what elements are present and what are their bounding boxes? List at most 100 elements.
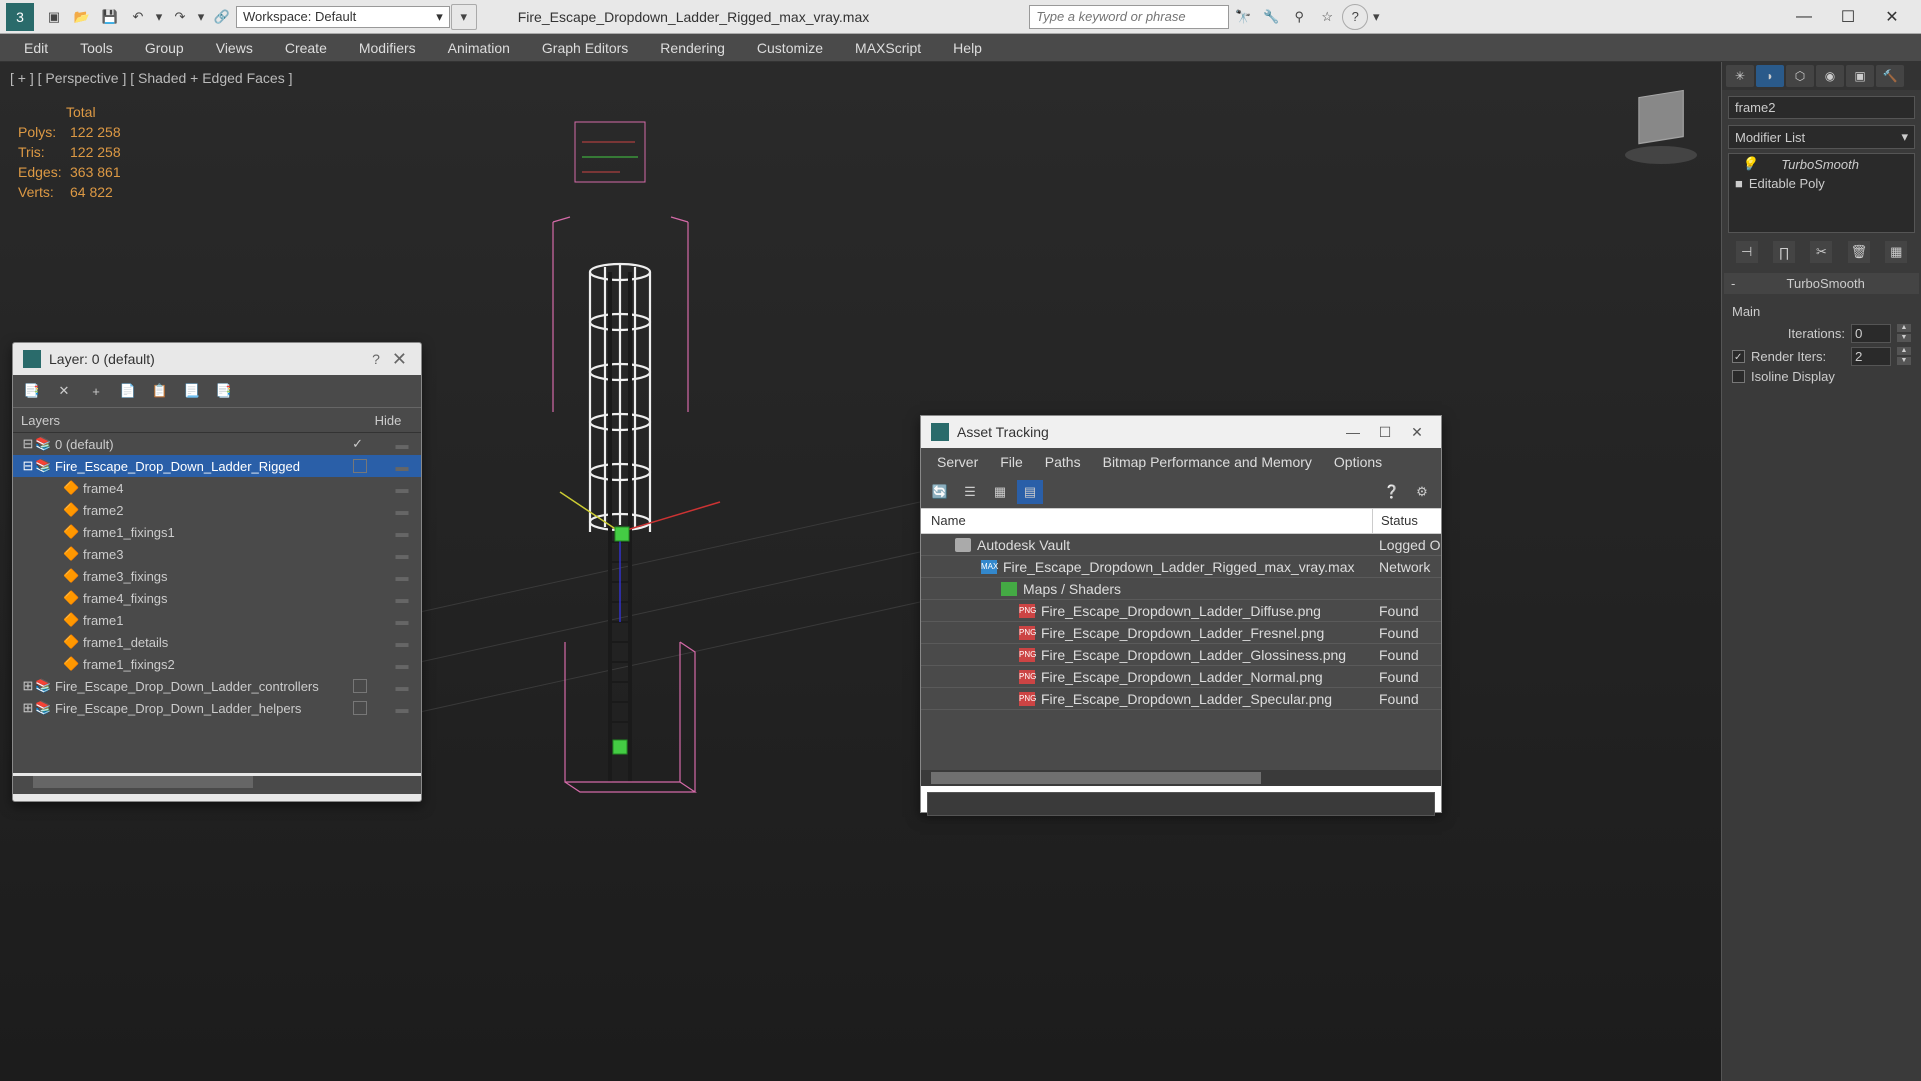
layer-highlight-button[interactable]: 📋 xyxy=(149,380,171,402)
asset-close-button[interactable]: ✕ xyxy=(1403,424,1431,441)
iterations-spin-buttons[interactable]: ▲▼ xyxy=(1897,323,1911,343)
render-iters-checkbox[interactable] xyxy=(1732,350,1745,363)
asset-row[interactable]: Maps / Shaders xyxy=(921,578,1441,600)
tab-hierarchy[interactable]: ⬡ xyxy=(1786,65,1814,87)
minimize-button[interactable]: — xyxy=(1789,4,1819,30)
new-button[interactable]: ▣ xyxy=(41,4,67,30)
asset-refresh-button[interactable]: 🔄 xyxy=(927,480,953,504)
stack-editable-poly[interactable]: ■Editable Poly xyxy=(1729,174,1914,193)
layer-row[interactable]: 🔶frame4_fixings▬ xyxy=(13,587,421,609)
open-button[interactable]: 📂 xyxy=(69,4,95,30)
iterations-spinner[interactable] xyxy=(1851,324,1891,343)
asset-row[interactable]: PNGFire_Escape_Dropdown_Ladder_Specular.… xyxy=(921,688,1441,710)
asset-list-button[interactable]: ☰ xyxy=(957,480,983,504)
save-button[interactable]: 💾 xyxy=(97,4,123,30)
asset-help-button[interactable]: ❔ xyxy=(1379,480,1405,504)
asset-table-button[interactable]: ▤ xyxy=(1017,480,1043,504)
layer-dialog-help-button[interactable]: ? xyxy=(364,351,388,367)
layer-row[interactable]: 🔶frame1_fixings1▬ xyxy=(13,521,421,543)
pin-stack-button[interactable]: ⊣ xyxy=(1736,241,1758,263)
layer-row[interactable]: ⊞📚Fire_Escape_Drop_Down_Ladder_controlle… xyxy=(13,675,421,697)
close-button[interactable]: ✕ xyxy=(1877,4,1907,30)
layer-hide-button[interactable]: 📃 xyxy=(181,380,203,402)
layer-row[interactable]: 🔶frame4▬ xyxy=(13,477,421,499)
undo-dropdown[interactable]: ▾ xyxy=(153,4,165,30)
layer-add-button[interactable]: + xyxy=(85,380,107,402)
viewport-label[interactable]: [ + ] [ Perspective ] [ Shaded + Edged F… xyxy=(10,70,293,86)
layer-row[interactable]: 🔶frame3_fixings▬ xyxy=(13,565,421,587)
layers-column-header[interactable]: Layers xyxy=(21,413,363,428)
view-cube[interactable] xyxy=(1621,82,1701,162)
menu-maxscript[interactable]: MAXScript xyxy=(841,36,935,60)
modifier-stack[interactable]: 💡TurboSmooth ■Editable Poly xyxy=(1728,153,1915,233)
layer-tree[interactable]: ⊟📚0 (default)✓▬⊟📚Fire_Escape_Drop_Down_L… xyxy=(13,433,421,773)
make-unique-button[interactable]: ✂ xyxy=(1810,241,1832,263)
menu-graph-editors[interactable]: Graph Editors xyxy=(528,36,642,60)
layer-select-button[interactable]: 📄 xyxy=(117,380,139,402)
workspace-opts[interactable]: ▾ xyxy=(451,4,477,30)
layer-dialog-close-button[interactable]: ✕ xyxy=(388,349,411,370)
link-button[interactable]: 🔗 xyxy=(209,4,235,30)
layer-row[interactable]: 🔶frame1▬ xyxy=(13,609,421,631)
tab-motion[interactable]: ◉ xyxy=(1816,65,1844,87)
star-icon[interactable]: ☆ xyxy=(1314,4,1340,30)
stack-turbosmooth[interactable]: 💡TurboSmooth xyxy=(1729,154,1914,174)
asset-menu-paths[interactable]: Paths xyxy=(1035,451,1091,473)
layer-row[interactable]: ⊟📚0 (default)✓▬ xyxy=(13,433,421,455)
layer-scrollbar[interactable] xyxy=(13,776,421,794)
redo-dropdown[interactable]: ▾ xyxy=(195,4,207,30)
menu-help[interactable]: Help xyxy=(939,36,996,60)
asset-tree-button[interactable]: ▦ xyxy=(987,480,1013,504)
menu-edit[interactable]: Edit xyxy=(10,36,62,60)
asset-minimize-button[interactable]: — xyxy=(1339,424,1367,441)
asset-maximize-button[interactable]: ☐ xyxy=(1371,424,1399,441)
show-end-result-button[interactable]: ∏ xyxy=(1773,241,1795,263)
maximize-button[interactable]: ☐ xyxy=(1833,4,1863,30)
tab-utilities[interactable]: 🔨 xyxy=(1876,65,1904,87)
wrench-icon[interactable]: 🔧 xyxy=(1258,4,1284,30)
menu-tools[interactable]: Tools xyxy=(66,36,127,60)
asset-menu-file[interactable]: File xyxy=(990,451,1033,473)
menu-customize[interactable]: Customize xyxy=(743,36,837,60)
tab-create[interactable]: ✳ xyxy=(1726,65,1754,87)
help-dropdown[interactable]: ▾ xyxy=(1370,4,1382,30)
asset-row[interactable]: PNGFire_Escape_Dropdown_Ladder_Fresnel.p… xyxy=(921,622,1441,644)
key-icon[interactable]: ⚲ xyxy=(1286,4,1312,30)
render-iters-spin-buttons[interactable]: ▲▼ xyxy=(1897,346,1911,366)
menu-rendering[interactable]: Rendering xyxy=(646,36,739,60)
asset-row[interactable]: PNGFire_Escape_Dropdown_Ladder_Normal.pn… xyxy=(921,666,1441,688)
remove-modifier-button[interactable]: 🗑 xyxy=(1848,241,1870,263)
redo-button[interactable]: ↷ xyxy=(167,4,193,30)
menu-views[interactable]: Views xyxy=(202,36,267,60)
asset-dialog-titlebar[interactable]: Asset Tracking — ☐ ✕ xyxy=(921,416,1441,448)
binocular-icon[interactable]: 🔭 xyxy=(1230,4,1256,30)
undo-button[interactable]: ↶ xyxy=(125,4,151,30)
asset-status-column[interactable]: Status xyxy=(1373,509,1441,533)
layer-row[interactable]: 🔶frame2▬ xyxy=(13,499,421,521)
layer-freeze-button[interactable]: 📑 xyxy=(213,380,235,402)
layer-row[interactable]: 🔶frame3▬ xyxy=(13,543,421,565)
asset-menu-server[interactable]: Server xyxy=(927,451,988,473)
asset-menu-bitmap-performance-and-memory[interactable]: Bitmap Performance and Memory xyxy=(1093,451,1322,473)
search-input[interactable] xyxy=(1029,5,1229,29)
asset-row[interactable]: MAXFire_Escape_Dropdown_Ladder_Rigged_ma… xyxy=(921,556,1441,578)
layer-delete-button[interactable]: ✕ xyxy=(53,380,75,402)
menu-animation[interactable]: Animation xyxy=(434,36,524,60)
asset-row[interactable]: Autodesk VaultLogged O xyxy=(921,534,1441,556)
layer-dialog-titlebar[interactable]: Layer: 0 (default) ? ✕ xyxy=(13,343,421,375)
menu-group[interactable]: Group xyxy=(131,36,198,60)
asset-tree[interactable]: Autodesk VaultLogged OMAXFire_Escape_Dro… xyxy=(921,534,1441,710)
isoline-checkbox[interactable] xyxy=(1732,370,1745,383)
layer-row[interactable]: 🔶frame1_details▬ xyxy=(13,631,421,653)
modifier-list-dropdown[interactable]: Modifier List▾ xyxy=(1728,125,1915,149)
asset-scrollbar[interactable] xyxy=(921,770,1441,786)
asset-name-column[interactable]: Name xyxy=(921,509,1373,533)
help-icon[interactable]: ? xyxy=(1342,4,1368,30)
asset-menu-options[interactable]: Options xyxy=(1324,451,1392,473)
tab-display[interactable]: ▣ xyxy=(1846,65,1874,87)
asset-row[interactable]: PNGFire_Escape_Dropdown_Ladder_Diffuse.p… xyxy=(921,600,1441,622)
asset-options-button[interactable]: ⚙ xyxy=(1409,480,1435,504)
menu-create[interactable]: Create xyxy=(271,36,341,60)
layer-row[interactable]: 🔶frame1_fixings2▬ xyxy=(13,653,421,675)
menu-modifiers[interactable]: Modifiers xyxy=(345,36,430,60)
